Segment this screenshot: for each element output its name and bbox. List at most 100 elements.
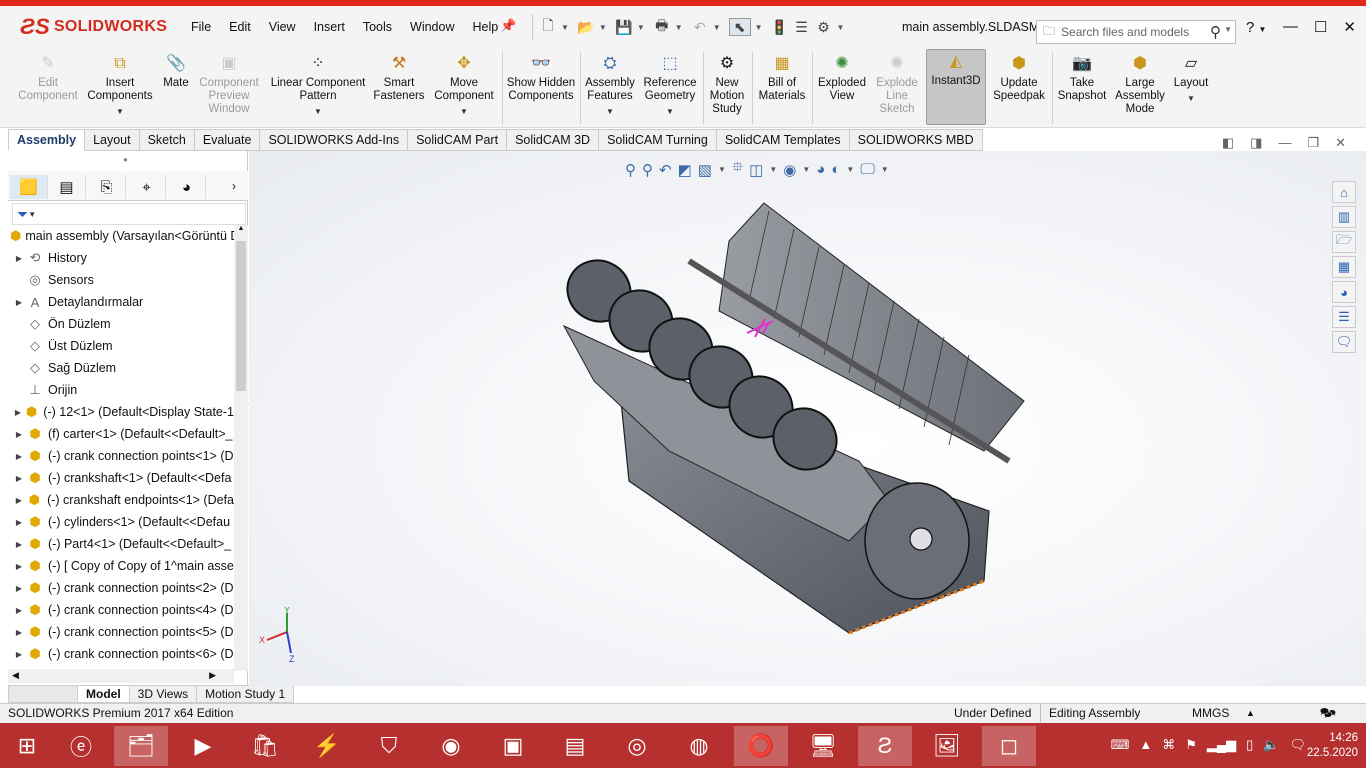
acrobat-tray-icon[interactable]: ⌘: [1162, 737, 1175, 753]
tab-model[interactable]: Model: [78, 685, 130, 703]
tab-3d-views[interactable]: 3D Views: [129, 685, 198, 703]
tab-motion-study[interactable]: Motion Study 1: [197, 685, 295, 703]
network-signal-icon[interactable]: ▂▄▆: [1207, 737, 1236, 753]
next-view-icon[interactable]: ◨: [1250, 135, 1262, 151]
photos-icon[interactable]: 🖼: [920, 726, 974, 766]
expand-arrow-icon[interactable]: ▶: [12, 496, 26, 505]
viewport-close-icon[interactable]: ✕: [1335, 135, 1346, 151]
large-assembly-mode-button[interactable]: ⬢ Large Assembly Mode: [1110, 52, 1170, 116]
traffic-light-icon[interactable]: 🚦: [771, 18, 789, 36]
tree-horizontal-scrollbar[interactable]: ◀ ▶: [8, 669, 234, 683]
edit-component-button[interactable]: ✎ Edit Component: [18, 52, 77, 103]
show-hidden-button[interactable]: 👓 Show Hidden Components: [506, 52, 576, 103]
component-preview-button[interactable]: ▣ Component Preview Window: [196, 52, 262, 116]
menu-view[interactable]: View: [260, 18, 305, 36]
move-component-dropdown-icon[interactable]: ▼: [460, 105, 468, 118]
solidworks-logo[interactable]: ƧS SOLIDWORKS: [20, 12, 167, 42]
open-dropdown-icon[interactable]: ▼: [599, 23, 607, 32]
windows-start-icon[interactable]: ⊞: [0, 726, 54, 766]
opera-icon[interactable]: ⭕: [734, 726, 788, 766]
scroll-up-icon[interactable]: ▲: [234, 225, 248, 232]
design-library-icon[interactable]: ▥: [1332, 206, 1356, 228]
expand-arrow-icon[interactable]: ▶: [12, 628, 26, 637]
tab-navigation-arrows[interactable]: [8, 685, 78, 703]
expand-arrow-icon[interactable]: ▶: [12, 298, 26, 307]
propertymanager-tab-icon[interactable]: ▤: [48, 175, 86, 199]
tree-item[interactable]: ▶ ⬢ (-) cylinders<1> (Default<<Defau: [8, 511, 234, 533]
file-explorer-icon[interactable]: 🗁: [1332, 231, 1356, 253]
tree-filter[interactable]: ⏷ ▼: [12, 203, 246, 225]
select-cursor-icon[interactable]: ⬉: [728, 18, 751, 36]
new-motion-study-button[interactable]: ⚙ New Motion Study: [706, 52, 748, 116]
tree-item[interactable]: ▶ ⬢ (-) Part4<1> (Default<<Default>_: [8, 533, 234, 555]
expand-arrow-icon[interactable]: ▶: [12, 408, 24, 417]
tree-item[interactable]: ▶ A Detaylandırmalar: [8, 291, 234, 313]
tree-item[interactable]: ▶ ⬢ (-) crank connection points<4> (D: [8, 599, 234, 621]
media-player-icon[interactable]: ▶: [176, 726, 230, 766]
expand-arrow-icon[interactable]: ▶: [12, 254, 26, 263]
chrome-icon[interactable]: ◎: [610, 726, 664, 766]
search-dropdown-icon[interactable]: ▼: [1224, 25, 1232, 34]
window-app-icon[interactable]: ◻: [982, 726, 1036, 766]
graphics-area[interactable]: ⚲ ⚲ ↶ ◩ ▧ ▼ ⯐ ◫ ▼ ◉ ▼ ◕ ◐ ▼ 🖵 ▼ Y X Z ⌂ …: [249, 151, 1366, 686]
tree-item[interactable]: ▶ ⬢ (-) crankshaft endpoints<1> (Defa: [8, 489, 234, 511]
expand-arrow-icon[interactable]: ▶: [12, 518, 26, 527]
unit-system[interactable]: MMGS: [1192, 704, 1229, 722]
lightning-app-icon[interactable]: ⚡: [300, 726, 354, 766]
expand-arrow-icon[interactable]: ▶: [12, 562, 26, 571]
assembly-features-button[interactable]: ⛭ Assembly Features ▼: [584, 52, 636, 118]
configurationmanager-tab-icon[interactable]: ⎘: [88, 175, 126, 199]
expand-arrow-icon[interactable]: ▶: [12, 606, 26, 615]
move-component-button[interactable]: ✥ Move Component ▼: [430, 52, 498, 118]
tree-item[interactable]: ▶ ⟲ History: [8, 247, 234, 269]
system-clock[interactable]: 14:26 22.5.2020: [1307, 731, 1358, 761]
unit-system-dropdown-icon[interactable]: ▲: [1246, 704, 1255, 722]
reference-geometry-dropdown-icon[interactable]: ▼: [666, 105, 674, 118]
expand-arrow-icon[interactable]: ▶: [12, 650, 26, 659]
open-icon[interactable]: 📂: [577, 18, 595, 36]
power-icon[interactable]: ▯: [1246, 737, 1253, 753]
engine-model[interactable]: [249, 151, 1366, 686]
viewport-restore-icon[interactable]: ❐: [1307, 135, 1319, 151]
view-palette-icon[interactable]: ▦: [1332, 256, 1356, 278]
tree-item[interactable]: ▶ ⬢ (f) carter<1> (Default<<Default>_: [8, 423, 234, 445]
menu-insert[interactable]: Insert: [305, 18, 354, 36]
tray-expand-icon[interactable]: ▲: [1139, 737, 1152, 753]
firefox-icon[interactable]: ◍: [672, 726, 726, 766]
appearances-icon[interactable]: ◕: [1332, 281, 1356, 303]
close-icon[interactable]: ✕: [1343, 18, 1356, 36]
task-manager-icon[interactable]: 🖥: [796, 726, 850, 766]
tab-solidcam-turning[interactable]: SolidCAM Turning: [599, 129, 717, 151]
security-shield-icon[interactable]: ⛉: [362, 726, 416, 766]
winrar-icon[interactable]: ▤: [548, 726, 602, 766]
expand-arrow-icon[interactable]: ▶: [12, 452, 26, 461]
undo-icon[interactable]: ↶: [691, 18, 709, 36]
expand-arrow-icon[interactable]: ▶: [12, 430, 26, 439]
flag-icon[interactable]: ⚑: [1185, 737, 1197, 753]
expand-arrow-icon[interactable]: ▶: [12, 540, 26, 549]
reference-geometry-button[interactable]: ⬚ Reference Geometry ▼: [640, 52, 700, 118]
exploded-view-button[interactable]: ✺ Exploded View: [816, 52, 868, 103]
search-icon[interactable]: ⚲: [1210, 23, 1221, 41]
update-speedpak-button[interactable]: ⬢ Update Speedpak: [990, 52, 1048, 103]
solidworks-resources-icon[interactable]: ⌂: [1332, 181, 1356, 203]
tree-item[interactable]: ▶ ⬢ (-) crank connection points<1> (D: [8, 445, 234, 467]
tab-assembly[interactable]: Assembly: [8, 129, 86, 151]
linear-pattern-button[interactable]: ⁘ Linear Component Pattern ▼: [266, 52, 370, 118]
menu-edit[interactable]: Edit: [220, 18, 260, 36]
tab-sketch[interactable]: Sketch: [139, 129, 195, 151]
forum-icon[interactable]: 🗨: [1332, 331, 1356, 353]
tab-solidcam-3d[interactable]: SolidCAM 3D: [507, 129, 600, 151]
tree-item[interactable]: ▶ ⬢ (-) crank connection points<2> (D: [8, 577, 234, 599]
tree-vertical-scrollbar[interactable]: ▲: [234, 225, 248, 671]
tab-mbd[interactable]: SOLIDWORKS MBD: [849, 129, 983, 151]
notifications-icon[interactable]: 🗫: [1320, 704, 1336, 722]
explode-line-sketch-button[interactable]: ✺ Explode Line Sketch: [872, 52, 922, 116]
expand-arrow-icon[interactable]: ▶: [12, 474, 26, 483]
notification-center-icon[interactable]: 🗨: [1289, 737, 1306, 753]
store-icon[interactable]: 🛍: [238, 726, 292, 766]
media-321-icon[interactable]: ▣: [486, 726, 540, 766]
tab-addins[interactable]: SOLIDWORKS Add-Ins: [260, 129, 409, 151]
instant3d-button[interactable]: ◭ Instant3D: [926, 49, 986, 125]
search-box[interactable]: 🗀 Search files and models ⚲ ▼: [1036, 20, 1236, 44]
